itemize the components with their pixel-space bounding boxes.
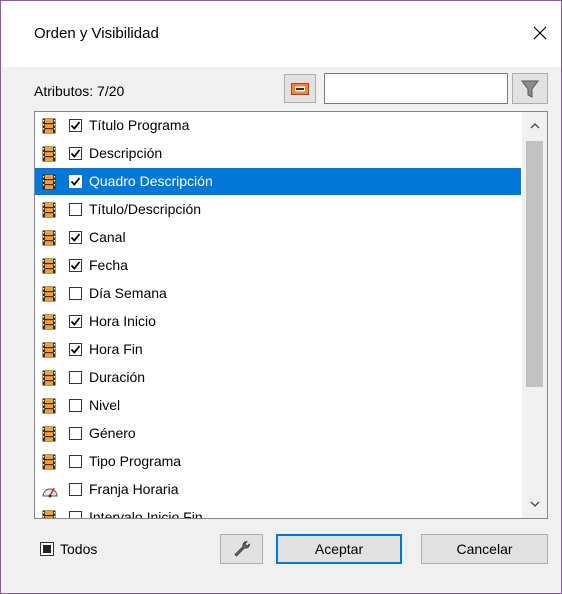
list-item[interactable]: Fecha — [35, 252, 521, 279]
list-item-label: Hora Inicio — [89, 313, 156, 329]
film-icon — [42, 426, 56, 442]
close-button[interactable] — [525, 19, 555, 47]
item-checkbox[interactable] — [69, 483, 82, 496]
attributes-list[interactable]: Título Programa Descripción Quadro Descrip… — [34, 111, 548, 519]
list-item-label: Franja Horaria — [89, 481, 179, 497]
scroll-down-button[interactable] — [522, 490, 547, 518]
item-checkbox[interactable] — [69, 259, 82, 272]
list-item-label: Género — [89, 425, 136, 441]
cancel-button[interactable]: Cancelar — [421, 534, 548, 564]
film-icon — [42, 454, 56, 470]
list-item[interactable]: Título/Descripción — [35, 196, 521, 223]
list-item[interactable]: Hora Fin — [35, 336, 521, 363]
list-item[interactable]: Día Semana — [35, 280, 521, 307]
list-item[interactable]: Descripción — [35, 140, 521, 167]
list-item[interactable]: Hora Inicio — [35, 308, 521, 335]
film-icon — [42, 286, 56, 302]
list-item-label: Título/Descripción — [89, 201, 202, 217]
frame-button[interactable] — [284, 74, 316, 103]
attributes-count-label: Atributos: 7/20 — [34, 83, 125, 99]
item-checkbox[interactable] — [69, 231, 82, 244]
item-checkbox[interactable] — [69, 175, 82, 188]
item-checkbox[interactable] — [69, 287, 82, 300]
item-checkbox[interactable] — [69, 511, 82, 518]
filter-funnel-icon — [521, 80, 539, 98]
list-item-label: Quadro Descripción — [89, 173, 213, 189]
film-icon — [42, 342, 56, 358]
list-item[interactable]: Título Programa — [35, 112, 521, 139]
wrench-icon — [233, 541, 250, 557]
list-item-label: Descripción — [89, 145, 163, 161]
gauge-icon — [42, 482, 58, 498]
dialog-title: Orden y Visibilidad — [34, 25, 159, 42]
todos-toggle[interactable]: Todos — [40, 541, 97, 557]
item-checkbox[interactable] — [69, 399, 82, 412]
list-item[interactable]: Franja Horaria — [35, 476, 521, 503]
list-item[interactable]: Tipo Programa — [35, 448, 521, 475]
film-icon — [42, 314, 56, 330]
film-icon — [42, 398, 56, 414]
item-checkbox[interactable] — [69, 455, 82, 468]
item-checkbox[interactable] — [69, 343, 82, 356]
item-checkbox[interactable] — [69, 147, 82, 160]
scroll-up-button[interactable] — [522, 112, 547, 140]
close-icon — [533, 26, 547, 40]
film-icon — [42, 202, 56, 218]
title-bar: Orden y Visibilidad — [1, 1, 561, 67]
list-item[interactable]: Intervalo Inicio Fin — [35, 504, 521, 519]
item-checkbox[interactable] — [69, 119, 82, 132]
frame-icon — [291, 82, 309, 95]
list-item-label: Hora Fin — [89, 341, 143, 357]
list-item-label: Duración — [89, 369, 146, 385]
list-item[interactable]: Género — [35, 420, 521, 447]
list-item[interactable]: Canal — [35, 224, 521, 251]
todos-label: Todos — [60, 541, 98, 557]
list-item[interactable]: Duración — [35, 364, 521, 391]
film-icon — [42, 118, 56, 134]
film-icon — [42, 146, 56, 162]
accept-button[interactable]: Aceptar — [276, 534, 402, 564]
item-checkbox[interactable] — [69, 371, 82, 384]
item-checkbox[interactable] — [69, 203, 82, 216]
list-item-label: Canal — [89, 229, 126, 245]
todos-checkbox[interactable] — [40, 542, 54, 556]
dialog-window: Orden y Visibilidad Atributos: 7/20 Títu… — [0, 0, 562, 594]
chevron-down-icon — [530, 501, 539, 507]
item-checkbox[interactable] — [69, 315, 82, 328]
list-item-label: Tipo Programa — [89, 453, 182, 469]
list-item-label: Título Programa — [89, 117, 190, 133]
filter-button[interactable] — [512, 73, 548, 104]
chevron-up-icon — [530, 123, 539, 129]
scrollbar-thumb[interactable] — [526, 141, 543, 387]
film-icon — [42, 258, 56, 274]
film-icon — [42, 230, 56, 246]
tools-button[interactable] — [220, 534, 263, 564]
film-icon — [42, 174, 56, 190]
list-item-label: Nivel — [89, 397, 121, 413]
list-item[interactable]: Quadro Descripción — [35, 168, 521, 195]
film-icon — [42, 370, 56, 386]
vertical-scrollbar[interactable] — [522, 112, 547, 518]
list-item[interactable]: Nivel — [35, 392, 521, 419]
list-item-label: Fecha — [89, 257, 128, 273]
film-icon — [42, 510, 56, 518]
search-input[interactable] — [324, 73, 508, 104]
item-checkbox[interactable] — [69, 427, 82, 440]
list-item-label: Intervalo Inicio Fin — [89, 509, 203, 519]
list-item-label: Día Semana — [89, 285, 167, 301]
